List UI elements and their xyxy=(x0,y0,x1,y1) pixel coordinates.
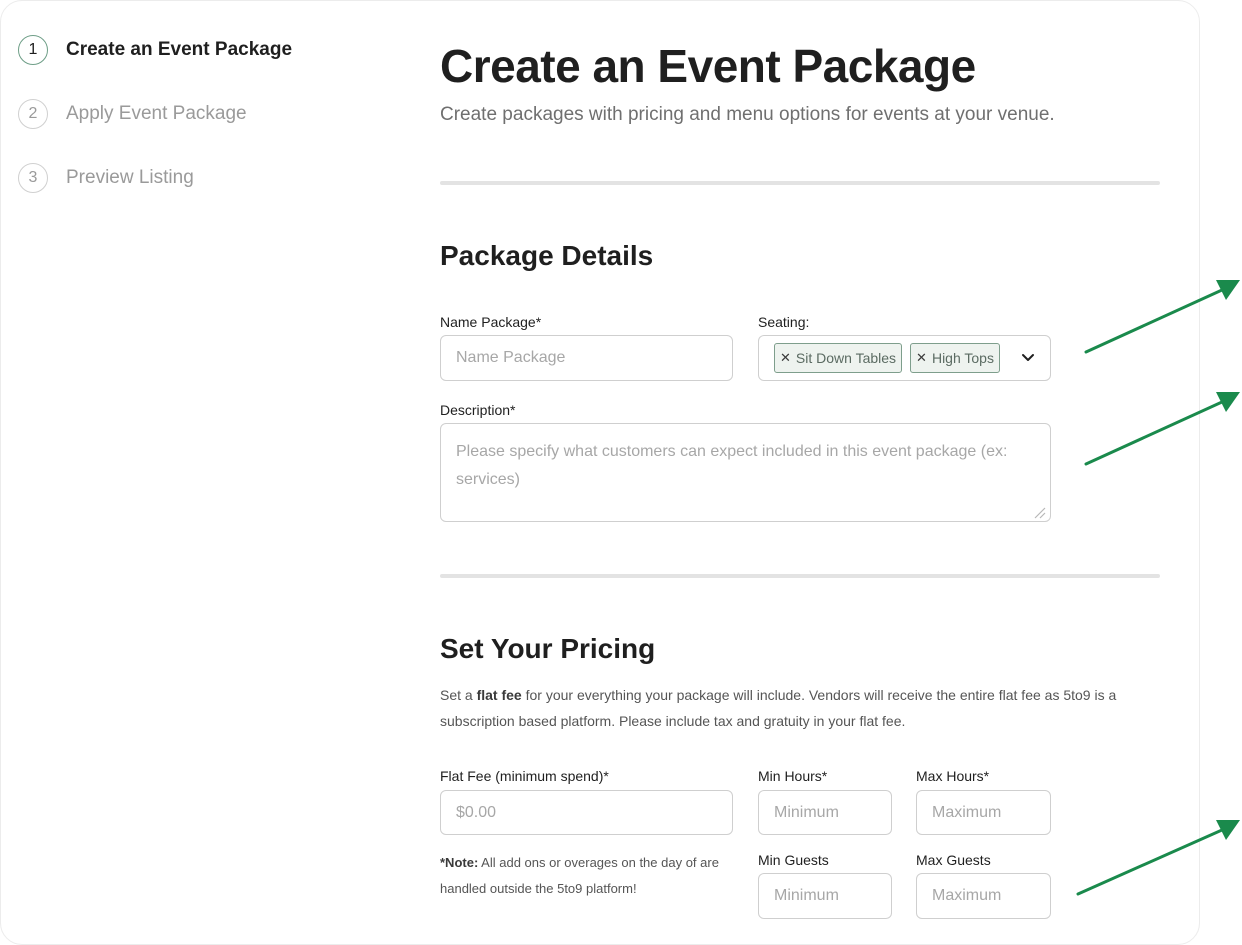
name-package-input[interactable] xyxy=(440,335,733,381)
remove-chip-icon[interactable]: ✕ xyxy=(916,350,927,366)
name-package-label: Name Package* xyxy=(440,314,542,330)
resize-grip-icon[interactable] xyxy=(1032,505,1046,519)
step-label: Preview Listing xyxy=(66,167,194,188)
chip-label: Sit Down Tables xyxy=(795,350,897,366)
description-label: Description* xyxy=(440,402,516,418)
pricing-description: Set a flat fee for your everything your … xyxy=(440,687,1117,729)
remove-chip-icon[interactable]: ✕ xyxy=(780,350,791,366)
package-details-title: Package Details xyxy=(440,240,654,271)
min-hours-input[interactable] xyxy=(758,790,892,835)
seating-label: Seating: xyxy=(758,314,810,330)
step-label: Apply Event Package xyxy=(66,103,247,124)
annotation-arrow-guests xyxy=(1076,820,1240,896)
section-divider xyxy=(440,181,1160,185)
max-hours-input[interactable] xyxy=(916,790,1051,835)
pricing-note: *Note: All add ons or overages on the da… xyxy=(440,855,719,896)
max-hours-label: Max Hours* xyxy=(916,768,990,784)
page-header: Create an Event Package Create packages … xyxy=(440,38,1160,126)
annotation-arrow-seating xyxy=(1084,280,1240,354)
annotation-arrow-description xyxy=(1084,392,1240,466)
min-guests-label: Min Guests xyxy=(758,852,829,868)
description-textarea[interactable] xyxy=(440,423,1051,522)
chevron-down-icon[interactable] xyxy=(1020,349,1036,365)
page-title: Create an Event Package xyxy=(440,40,976,92)
step-number: 1 xyxy=(18,35,48,65)
step-number: 2 xyxy=(18,99,48,129)
pricing-title: Set Your Pricing xyxy=(440,633,656,664)
flat-fee-label: Flat Fee (minimum spend)* xyxy=(440,768,609,784)
seating-chip-sit-down-tables[interactable]: ✕ Sit Down Tables xyxy=(774,343,903,373)
chip-label: High Tops xyxy=(931,350,994,366)
seating-select[interactable]: ✕ Sit Down Tables ✕ High Tops xyxy=(758,335,1051,381)
step-number: 3 xyxy=(18,163,48,193)
step-preview-listing[interactable]: 3 Preview Listing xyxy=(18,163,292,193)
step-label: Create an Event Package xyxy=(66,39,293,60)
max-guests-label: Max Guests xyxy=(916,852,991,868)
min-hours-label: Min Hours* xyxy=(758,768,828,784)
page-subtitle: Create packages with pricing and menu op… xyxy=(440,104,1055,125)
max-guests-input[interactable] xyxy=(916,873,1051,919)
step-create-event-package[interactable]: 1 Create an Event Package xyxy=(18,35,293,65)
steps-sidebar: 1 Create an Event Package 2 Apply Event … xyxy=(18,35,293,228)
section-divider xyxy=(440,574,1160,578)
flat-fee-input[interactable] xyxy=(440,790,733,835)
seating-chip-high-tops[interactable]: ✕ High Tops xyxy=(910,343,1000,373)
step-apply-event-package[interactable]: 2 Apply Event Package xyxy=(18,99,292,129)
min-guests-input[interactable] xyxy=(758,873,892,919)
